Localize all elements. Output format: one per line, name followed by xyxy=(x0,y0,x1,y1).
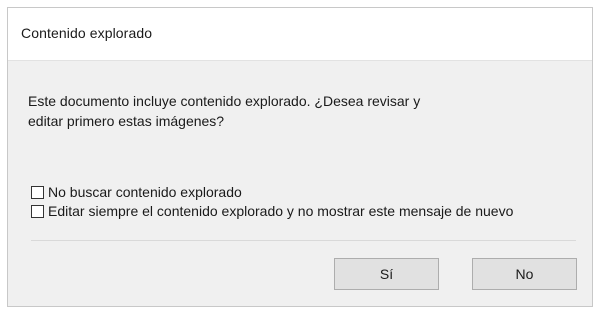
always-edit-checkbox[interactable] xyxy=(31,204,44,218)
scanned-content-dialog: Contenido explorado Este documento inclu… xyxy=(7,7,593,307)
dialog-message-line-1: Este documento incluye contenido explora… xyxy=(28,93,421,109)
button-divider xyxy=(31,240,576,241)
no-search-checkbox[interactable] xyxy=(31,185,44,199)
no-button[interactable]: No xyxy=(472,258,577,290)
option-always-edit-scanned[interactable]: Editar siempre el contenido explorado y … xyxy=(31,201,513,221)
dialog-title-bar: Contenido explorado xyxy=(8,8,592,61)
option-no-search-scanned[interactable]: No buscar contenido explorado xyxy=(31,182,242,202)
yes-button[interactable]: Sí xyxy=(334,258,439,290)
always-edit-label[interactable]: Editar siempre el contenido explorado y … xyxy=(48,203,513,219)
dialog-message: Este documento incluye contenido explora… xyxy=(28,91,548,131)
no-search-label[interactable]: No buscar contenido explorado xyxy=(48,184,242,200)
dialog-message-line-2: editar primero estas imágenes? xyxy=(28,113,225,129)
dialog-title: Contenido explorado xyxy=(21,25,153,41)
